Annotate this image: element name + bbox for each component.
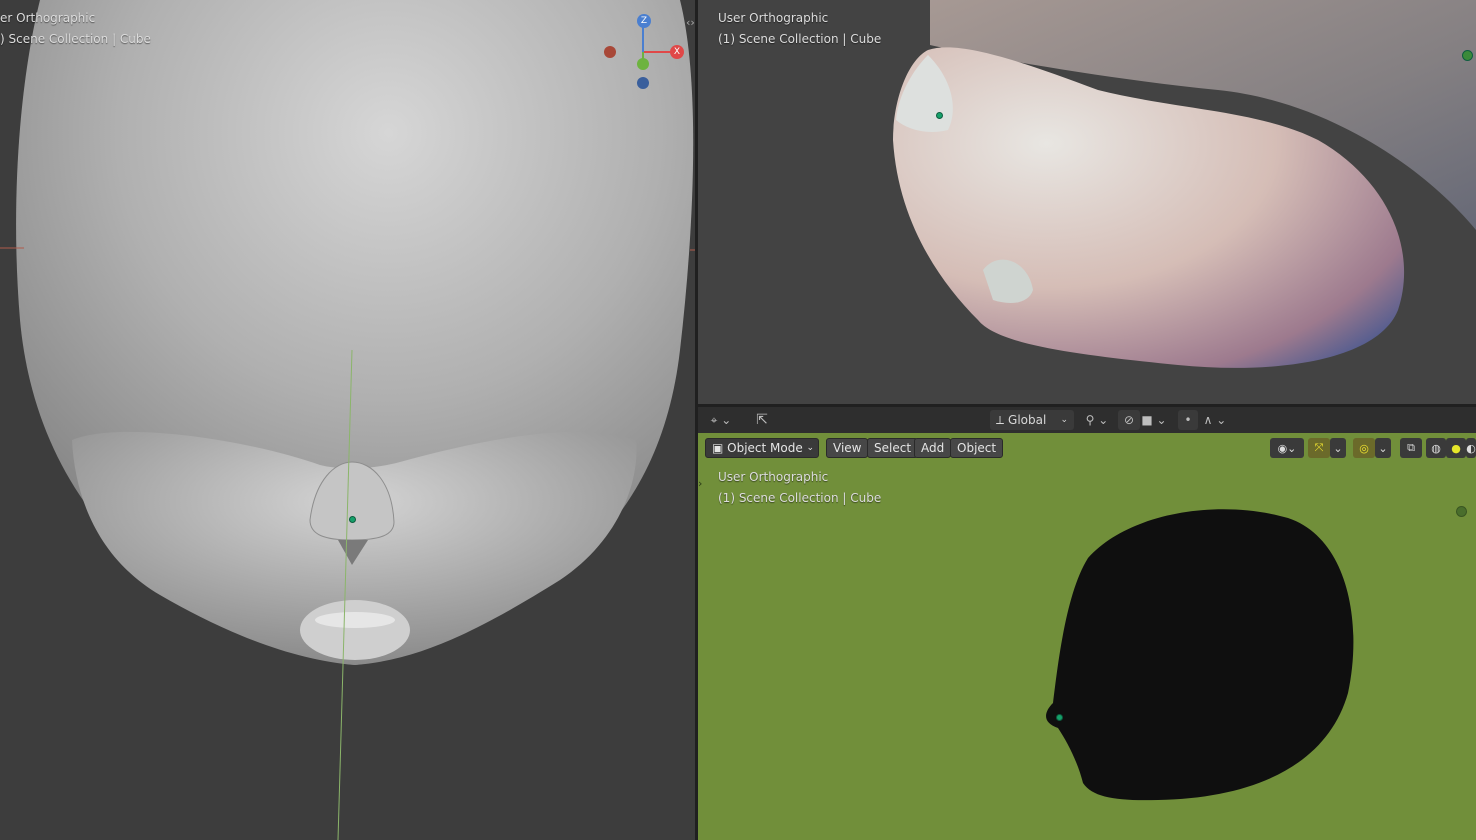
- add-menu[interactable]: Add: [914, 438, 952, 458]
- right-top-viewport[interactable]: User Orthographic (1) Scene Collection |…: [698, 0, 1476, 404]
- collection-label: (1) Scene Collection | Cube: [718, 491, 882, 505]
- snap-target-icon[interactable]: ■ ⌄: [1140, 410, 1168, 430]
- falloff-icon[interactable]: ∧ ⌄: [1202, 410, 1228, 430]
- right-bottom-viewport[interactable]: User Orthographic (1) Scene Collection |…: [698, 433, 1476, 840]
- collection-label: (1) Scene Collection | Cube: [718, 32, 882, 46]
- overlay-toggle-icon[interactable]: ◎: [1353, 438, 1375, 458]
- collection-label: ) Scene Collection | Cube: [0, 32, 151, 46]
- viewport-info: er Orthographic ) Scene Collection | Cub…: [0, 8, 151, 50]
- gizmo-dropdown-icon[interactable]: ⌄: [1330, 438, 1346, 458]
- object-menu[interactable]: Object: [950, 438, 1004, 458]
- object-origin: [936, 112, 943, 119]
- snap-icon[interactable]: ⊘: [1118, 410, 1140, 430]
- neg-z-axis-icon[interactable]: [637, 77, 649, 89]
- collapse-arrows-icon[interactable]: ‹›: [686, 16, 695, 29]
- left-viewport[interactable]: er Orthographic ) Scene Collection | Cub…: [0, 0, 695, 840]
- material-shading-icon[interactable]: ◐: [1466, 438, 1476, 458]
- neg-x-axis-icon[interactable]: [604, 46, 616, 58]
- x-axis-icon[interactable]: X: [670, 45, 684, 59]
- mode-dropdown[interactable]: ▣ Object Mode ⌄: [705, 438, 819, 458]
- head-side-mesh: [893, 0, 1476, 368]
- select-menu[interactable]: Select: [867, 438, 919, 458]
- view-name: User Orthographic: [718, 11, 829, 25]
- head-front-mesh: [0, 0, 695, 840]
- z-axis-icon[interactable]: Z: [637, 14, 651, 28]
- editor-type-icon[interactable]: ⌖ ⌄: [706, 410, 736, 430]
- xray-icon[interactable]: ⧉: [1400, 438, 1422, 458]
- view-name: er Orthographic: [0, 11, 96, 25]
- light-origin: [1462, 50, 1473, 61]
- proportional-edit-icon[interactable]: •: [1178, 410, 1198, 430]
- orientation-label: Global: [1008, 413, 1047, 427]
- viewport-info: User Orthographic (1) Scene Collection |…: [718, 8, 881, 50]
- overlay-dropdown-icon[interactable]: ⌄: [1375, 438, 1391, 458]
- viewport-header: ▣ Object Mode ⌄ View Select Add Object ◉⌄…: [698, 435, 1476, 459]
- object-origin: [1056, 714, 1063, 721]
- wireframe-shading-icon[interactable]: ◍: [1426, 438, 1446, 458]
- object-mode-icon: ▣: [712, 441, 728, 455]
- cursor-move-icon[interactable]: ⇱: [750, 410, 774, 430]
- chevron-down-icon: ⌄: [806, 443, 814, 453]
- y-axis-icon[interactable]: [637, 58, 649, 70]
- tool-header: ⌖ ⌄ ⇱ ⟂ Global ⌄ ⚲ ⌄ ⊘ ■ ⌄ • ∧ ⌄: [698, 407, 1476, 433]
- chevron-down-icon: ⌄: [1060, 415, 1068, 425]
- solid-shading-icon[interactable]: ●: [1446, 438, 1466, 458]
- orientation-icon: ⟂: [996, 413, 1005, 427]
- transform-orientation-dropdown[interactable]: ⟂ Global ⌄: [990, 410, 1074, 430]
- eye-icon[interactable]: ◉⌄: [1270, 438, 1304, 458]
- pivot-point-icon[interactable]: ⚲ ⌄: [1082, 410, 1112, 430]
- gizmo-toggle-icon[interactable]: ⤧: [1308, 438, 1330, 458]
- viewport-info: User Orthographic (1) Scene Collection |…: [718, 467, 881, 509]
- object-origin: [349, 516, 356, 523]
- view-menu[interactable]: View: [826, 438, 869, 458]
- light-origin: [1456, 506, 1467, 517]
- mode-label: Object Mode: [727, 441, 803, 455]
- view-name: User Orthographic: [718, 470, 829, 484]
- sidebar-toggle-icon[interactable]: ›: [698, 477, 702, 490]
